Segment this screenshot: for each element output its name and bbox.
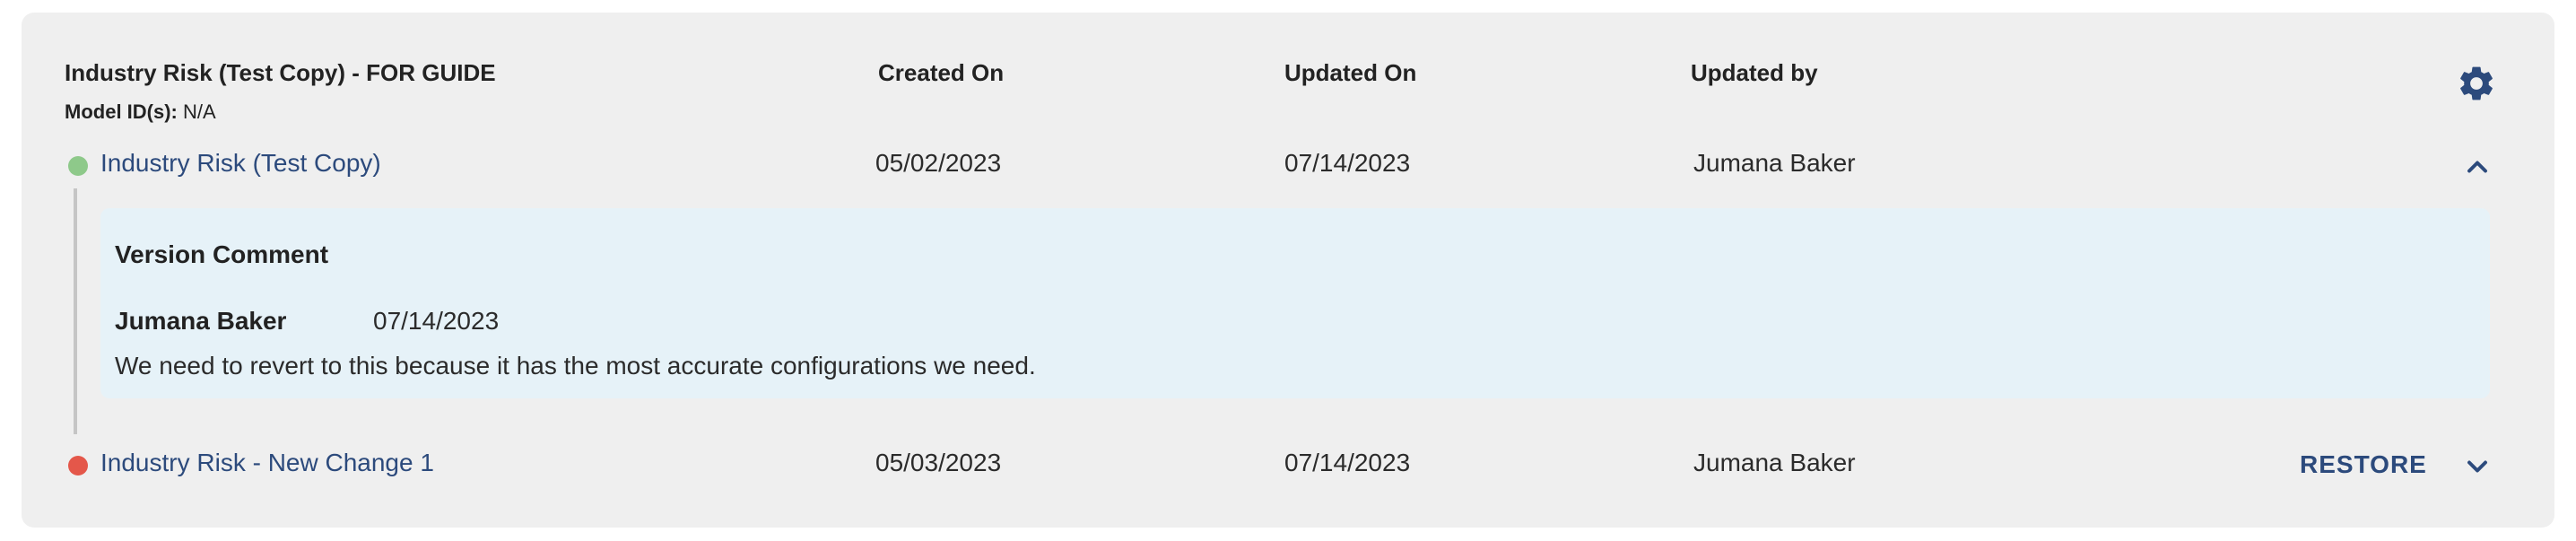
model-id-line: Model ID(s): N/A [65, 100, 216, 124]
comment-date: 07/14/2023 [373, 307, 500, 335]
comment-text: We need to revert to this because it has… [115, 352, 1036, 380]
version-link-new-change-1[interactable]: Industry Risk - New Change 1 [100, 449, 434, 477]
version-history-card: Industry Risk (Test Copy) - FOR GUIDE Cr… [22, 13, 2554, 528]
version-timeline-line [74, 188, 77, 434]
row2-created-on: 05/03/2023 [875, 449, 1002, 476]
version-link-test-copy[interactable]: Industry Risk (Test Copy) [100, 149, 381, 178]
chevron-up-icon[interactable] [2461, 151, 2493, 183]
restore-button[interactable]: RESTORE [2300, 450, 2427, 479]
model-id-label: Model ID(s): [65, 100, 178, 123]
gear-icon[interactable] [2456, 63, 2497, 104]
status-dot-active [68, 156, 88, 176]
chevron-down-icon[interactable] [2461, 450, 2493, 483]
row1-updated-on: 07/14/2023 [1284, 149, 1411, 177]
version-comment-panel: Version Comment Jumana Baker 07/14/2023 … [100, 208, 2490, 398]
row1-updated-by: Jumana Baker [1693, 149, 1856, 177]
row2-updated-on: 07/14/2023 [1284, 449, 1411, 476]
status-dot-inactive [68, 456, 88, 476]
column-header-created-on: Created On [878, 59, 1005, 86]
model-title: Industry Risk (Test Copy) - FOR GUIDE [65, 59, 496, 86]
column-header-updated-on: Updated On [1284, 59, 1417, 86]
row1-created-on: 05/02/2023 [875, 149, 1002, 177]
row2-updated-by: Jumana Baker [1693, 449, 1856, 476]
comment-author: Jumana Baker [115, 307, 287, 335]
version-comment-title: Version Comment [115, 240, 329, 268]
model-id-value: N/A [183, 100, 216, 123]
column-header-updated-by: Updated by [1691, 59, 1818, 86]
